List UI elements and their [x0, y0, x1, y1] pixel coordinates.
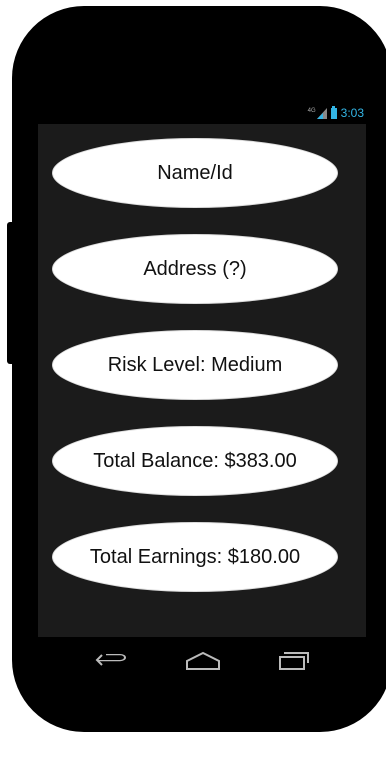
address-field[interactable]: Address (?) [52, 234, 338, 304]
navigation-bar [0, 647, 386, 677]
battery-icon [330, 105, 337, 119]
side-button [7, 222, 15, 364]
signal-icon: 4G [307, 107, 327, 119]
home-icon[interactable] [184, 649, 222, 671]
address-label: Address (?) [143, 257, 247, 280]
status-time: 3:03 [340, 106, 364, 120]
name-id-field[interactable]: Name/Id [52, 138, 338, 208]
network-type: 4G [307, 107, 316, 114]
risk-level-label: Risk Level: Medium [107, 353, 283, 376]
total-balance-field[interactable]: Total Balance: $383.00 [52, 426, 338, 496]
status-bar: 4G 3:03 [38, 103, 366, 123]
name-id-label: Name/Id [157, 161, 233, 184]
app-screen: Name/Id Address (?) Risk Level: Medium T… [38, 124, 366, 637]
recents-icon[interactable] [276, 649, 312, 671]
back-icon[interactable] [94, 649, 128, 671]
total-balance-label: Total Balance: $383.00 [93, 449, 297, 472]
total-earnings-field[interactable]: Total Earnings: $180.00 [52, 522, 338, 592]
risk-level-field[interactable]: Risk Level: Medium [52, 330, 338, 400]
total-earnings-label: Total Earnings: $180.00 [89, 545, 301, 568]
